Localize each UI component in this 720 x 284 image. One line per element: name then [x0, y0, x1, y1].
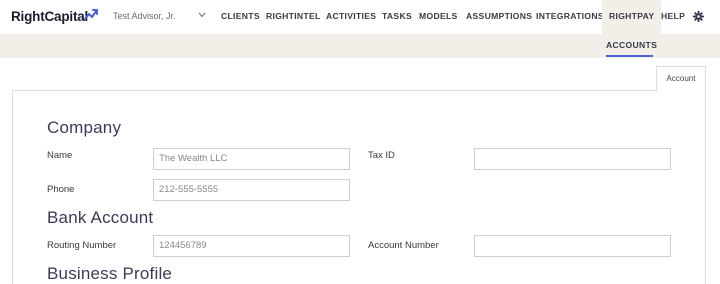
nav-models[interactable]: MODELS	[419, 0, 458, 34]
name-field[interactable]: The Wealth LLC	[153, 148, 350, 170]
routing-number-field[interactable]: 124456789	[153, 235, 350, 257]
gear-icon[interactable]	[693, 11, 704, 22]
account-number-label: Account Number	[368, 240, 439, 251]
routing-number-label: Routing Number	[47, 240, 117, 251]
section-title-bank-account: Bank Account	[47, 208, 154, 227]
phone-label: Phone	[47, 184, 75, 195]
active-tab-indicator	[606, 55, 653, 57]
section-title-company: Company	[47, 118, 122, 137]
advisor-selector[interactable]: Test Advisor, Jr.	[113, 11, 176, 21]
phone-field[interactable]: 212-555-5555	[153, 179, 350, 201]
nav-clients[interactable]: CLIENTS	[221, 0, 260, 34]
chevron-down-icon[interactable]	[198, 12, 206, 18]
nav-activities[interactable]: ACTIVITIES	[326, 0, 376, 34]
account-number-field[interactable]	[474, 235, 671, 257]
nav-tasks[interactable]: TASKS	[382, 0, 412, 34]
top-nav: RightCapital Test Advisor, Jr. CLIENTS R…	[0, 0, 720, 34]
sub-nav: ACCOUNTS	[0, 34, 720, 58]
nav-help[interactable]: HELP	[661, 0, 685, 34]
nav-rightpay[interactable]: RIGHTPAY	[602, 0, 662, 34]
brand-logo[interactable]: RightCapital	[11, 9, 88, 24]
name-label: Name	[47, 150, 73, 161]
tab-accounts[interactable]: ACCOUNTS	[606, 40, 657, 50]
section-title-business-profile: Business Profile	[47, 264, 173, 283]
nav-assumptions[interactable]: ASSUMPTIONS	[466, 0, 532, 34]
nav-integrations[interactable]: INTEGRATIONS	[536, 0, 604, 34]
nav-rightintel[interactable]: RIGHTINTEL	[266, 0, 321, 34]
logo-arrow-icon	[84, 9, 98, 20]
tab-account[interactable]: Account	[656, 66, 706, 91]
tax-id-label: Tax ID	[368, 150, 395, 161]
tax-id-field[interactable]	[474, 148, 671, 170]
